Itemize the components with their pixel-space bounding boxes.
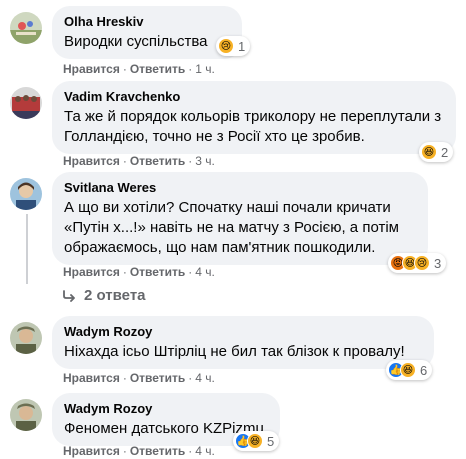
reaction-count: 2 <box>441 144 449 160</box>
comment-actions: Нравится · Ответить · 4 ч. <box>63 265 215 279</box>
comment-actions: Нравится · Ответить · 3 ч. <box>63 154 215 168</box>
comment-actions: Нравится · Ответить · 4 ч. <box>63 444 215 458</box>
comment-author[interactable]: Wadym Rozoy <box>64 401 268 417</box>
reaction-count: 5 <box>267 433 275 449</box>
reply-button[interactable]: Ответить <box>130 62 185 76</box>
avatar[interactable] <box>10 178 42 210</box>
like-button[interactable]: Нравится <box>63 154 120 168</box>
avatar[interactable] <box>10 87 42 119</box>
reaction-count: 6 <box>420 362 428 378</box>
comment-bubble: Wadym Rozoy Ніхахда ісьо Штірліц не бил … <box>52 316 434 369</box>
comment-actions: Нравится · Ответить · 1 ч. <box>63 62 215 76</box>
comment-text: Та же й порядок кольорів триколору не пе… <box>64 108 442 145</box>
comment-author[interactable]: Wadym Rozoy <box>64 324 422 340</box>
comment-actions: Нравится · Ответить · 4 ч. <box>63 371 215 385</box>
like-button[interactable]: Нравится <box>63 444 120 458</box>
reply-button[interactable]: Ответить <box>130 154 185 168</box>
avatar[interactable] <box>10 322 42 354</box>
reply-button[interactable]: Ответить <box>130 371 185 385</box>
comment-text: Ніхахда ісьо Штірліц не бил так блізок к… <box>64 343 405 360</box>
reaction-summary[interactable]: 😆 2 <box>419 142 454 162</box>
like-button[interactable]: Нравится <box>63 62 120 76</box>
avatar[interactable] <box>10 12 42 44</box>
reply-button[interactable]: Ответить <box>130 444 185 458</box>
reaction-count: 3 <box>434 255 442 271</box>
comment-text: А що ви хотіли? Спочатку наші почали кри… <box>64 199 399 256</box>
comment-bubble: Vadim Kravchenko Та же й порядок кольорі… <box>52 81 456 154</box>
comment-time[interactable]: 4 ч. <box>195 444 215 458</box>
comment-time[interactable]: 3 ч. <box>195 154 215 168</box>
reaction-summary[interactable]: 😢 1 <box>216 36 251 56</box>
thread-line <box>26 214 28 284</box>
comment-time[interactable]: 4 ч. <box>195 371 215 385</box>
reaction-summary[interactable]: 😡 😆 😢 3 <box>388 253 447 273</box>
haha-reaction-icon: 😆 <box>247 433 263 449</box>
comment-author[interactable]: Olha Hreskiv <box>64 14 230 30</box>
haha-reaction-icon: 😆 <box>400 362 416 378</box>
comment-text: Виродки суспільства <box>64 33 208 50</box>
like-button[interactable]: Нравится <box>63 265 120 279</box>
comment-bubble: Olha Hreskiv Виродки суспільства <box>52 6 242 59</box>
comment-author[interactable]: Vadim Kravchenko <box>64 89 444 105</box>
reaction-count: 1 <box>238 38 246 54</box>
comment-time[interactable]: 1 ч. <box>195 62 215 76</box>
reply-arrow-icon <box>63 289 75 302</box>
sad-reaction-icon: 😢 <box>414 255 430 271</box>
like-button[interactable]: Нравится <box>63 371 120 385</box>
sad-reaction-icon: 😢 <box>218 38 234 54</box>
avatar[interactable] <box>10 399 42 431</box>
reaction-summary[interactable]: 👍 😆 5 <box>233 431 280 451</box>
view-replies-link[interactable]: 2 ответа <box>62 287 146 304</box>
haha-reaction-icon: 😆 <box>421 144 437 160</box>
comment-author[interactable]: Svitlana Weres <box>64 180 416 196</box>
comment-bubble: Svitlana Weres А що ви хотіли? Спочатку … <box>52 172 428 265</box>
replies-count-label[interactable]: 2 ответа <box>84 287 146 304</box>
reply-button[interactable]: Ответить <box>130 265 185 279</box>
reaction-summary[interactable]: 👍 😆 6 <box>386 360 433 380</box>
comment-time[interactable]: 4 ч. <box>195 265 215 279</box>
